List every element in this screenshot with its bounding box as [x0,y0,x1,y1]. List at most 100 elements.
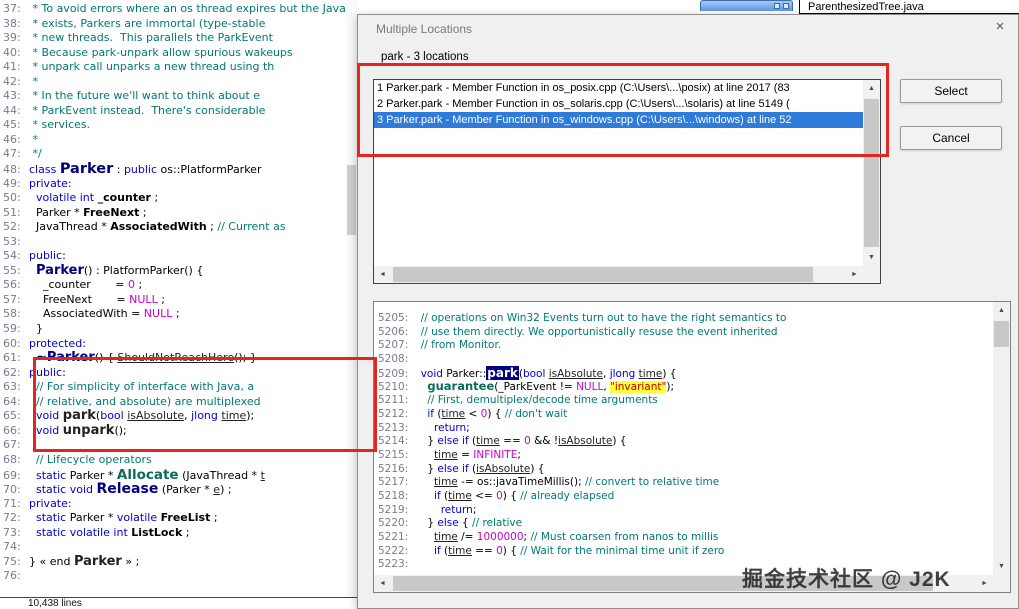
line-number: 51: [3,205,21,219]
close-icon[interactable]: × [990,18,1010,36]
line-number: 44: [3,103,21,117]
code-line: 51: Parker * FreeNext ; [0,206,357,221]
code-line: 50: volatile int _counter ; [0,191,357,206]
select-button[interactable]: Select [900,79,1002,103]
code-line: 40: * Because park-unpark allow spurious… [0,46,357,61]
code-line: 5208: [374,353,1010,367]
line-number: 37: [3,2,21,15]
list-hscroll-thumb[interactable] [393,267,813,282]
code-line: 60: protected: [0,337,357,352]
line-number: 5223: [378,558,409,571]
code-line: 72: static Parker * volatile FreeList ; [0,511,357,526]
mini-maximize-icon[interactable] [774,3,780,9]
line-number: 57: [3,292,21,306]
code-line: 53: [0,235,357,250]
line-number: 42: [3,74,21,88]
line-number: 56: [3,278,21,292]
preview-scroll-corner [993,575,1010,592]
line-number: 69: [3,468,21,482]
code-line: 49: private: [0,177,357,192]
preview-code: 5205: // operations on Win32 Events turn… [374,312,1010,572]
line-number: 5216: [378,462,409,475]
line-number: 5205: [378,312,409,324]
line-number: 75: [3,554,21,568]
scroll-up-icon[interactable]: ▲ [993,302,1010,319]
line-number: 60: [3,336,21,350]
line-number: 5218: [378,489,409,502]
line-number: 40: [3,45,21,59]
code-line: 39: * new threads. This parallels the Pa… [0,31,357,46]
line-number: 58: [3,307,21,321]
code-line: 5210: guarantee(_ParkEvent != NULL, "inv… [374,380,1010,394]
editor-vscrollbar[interactable] [346,0,357,597]
code-line: 45: * services. [0,118,357,133]
mini-window-titlebar[interactable] [700,0,793,11]
line-number: 61: [3,351,21,365]
code-line: 5219: return; [374,504,1010,518]
line-number: 76: [3,569,21,583]
code-line: 5218: if (time <= 0) { // already elapse… [374,489,1010,504]
locations-count-label: park - 3 locations [381,51,469,63]
code-line: 76: [0,569,357,584]
scroll-down-icon[interactable]: ▼ [863,249,880,266]
line-number: 45: [3,118,21,132]
code-line: 37: * To avoid errors where an os thread… [0,2,357,17]
scroll-left-icon[interactable]: ◄ [374,266,391,283]
file-name-text: ParenthesizedTree.java [808,1,924,13]
line-number: 73: [3,525,21,539]
code-line: 5211: // First, demultiplex/decode time … [374,394,1010,408]
preview-vscroll-thumb[interactable] [994,321,1009,347]
code-line: 44: * ParkEvent instead. There's conside… [0,104,357,119]
scroll-left-icon[interactable]: ◄ [374,575,391,592]
code-line: 68: // Lifecycle operators [0,453,357,468]
cancel-button[interactable]: Cancel [900,126,1002,150]
symbol-file-label[interactable]: ParenthesizedTree.java [799,0,1019,14]
line-number: 5208: [378,353,409,366]
line-number: 63: [3,380,21,394]
preview-vscrollbar[interactable]: ▲ ▼ [993,302,1010,575]
line-number: 38: [3,16,21,30]
left-editor-pane[interactable]: 37: * To avoid errors where an os thread… [0,0,357,597]
code-preview-pane[interactable]: 5205: // operations on Win32 Events turn… [373,301,1011,593]
line-number: 70: [3,483,21,497]
code-line: 70: static void Release (Parker * e) ; [0,482,357,497]
line-number: 59: [3,322,21,336]
mini-close-icon[interactable] [783,3,789,9]
line-number: 47: [3,147,21,161]
code-line: 5207: // from Monitor. [374,339,1010,353]
code-line: 41: * unpark call unparks a new thread u… [0,60,357,75]
code-line: 74: [0,540,357,555]
watermark: 掘金技术社区 @ J2K [742,568,951,591]
line-number: 5214: [378,435,409,448]
annotation-box-locations [357,63,889,157]
editor-vscroll-thumb[interactable] [347,165,356,235]
scroll-right-icon[interactable]: ► [846,266,863,283]
line-number: 5217: [378,476,409,489]
code-line: 55: Parker() : PlatformParker() { [0,263,357,279]
line-number: 55: [3,263,21,277]
code-line: 59: } [0,322,357,337]
code-line: 5205: // operations on Win32 Events turn… [374,312,1010,326]
code-line: 57: FreeNext = NULL ; [0,293,357,308]
code-line: 69: static Parker * Allocate (JavaThread… [0,467,357,483]
line-number: 5213: [378,421,409,434]
line-number: 72: [3,511,21,525]
line-number: 71: [3,496,21,510]
line-number: 46: [3,132,21,146]
line-number: 67: [3,438,21,452]
line-number: 62: [3,365,21,379]
list-hscrollbar[interactable]: ◄ ► [374,266,863,283]
code-line: 5216: } else if (isAbsolute) { [374,462,1010,477]
line-number: 5221: [378,531,409,543]
line-number: 5209: [378,367,409,380]
code-line: 5212: if (time < 0) { // don't wait [374,407,1010,422]
scroll-right-icon[interactable]: ► [976,575,993,592]
scroll-down-icon[interactable]: ▼ [993,558,1010,575]
source-insight-window: 37: * To avoid errors where an os thread… [0,0,1019,609]
line-number: 53: [3,234,21,248]
left-editor-code: 37: * To avoid errors where an os thread… [0,2,357,584]
code-line: 5220: } else { // relative [374,517,1010,531]
line-number: 5212: [378,407,409,420]
line-number: 66: [3,423,21,437]
code-line: 5222: if (time == 0) { // Wait for the m… [374,545,1010,559]
